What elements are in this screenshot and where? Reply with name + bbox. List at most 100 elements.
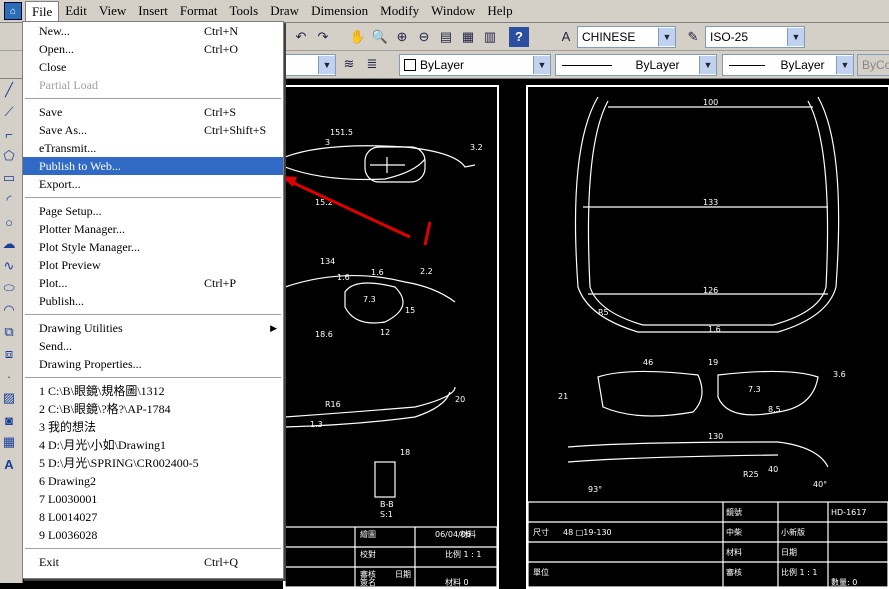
menu-window[interactable]: Window [425, 1, 481, 22]
menu-help[interactable]: Help [481, 1, 518, 22]
arc-icon[interactable]: ◜ [0, 189, 18, 211]
polygon-icon[interactable]: ⬠ [0, 145, 18, 167]
make-layer-current-icon[interactable]: ≋ [339, 54, 359, 74]
file-menu-item[interactable]: 1 C:\B\眼鏡\規格圖\1312 [23, 382, 283, 400]
ellipse-icon[interactable]: ⬭ [0, 277, 18, 299]
file-menu-item[interactable]: Publish... [23, 292, 283, 310]
dimension-label: 19 [708, 358, 718, 367]
chevron-down-icon: ▼ [533, 56, 550, 74]
menu-format[interactable]: Format [174, 1, 224, 22]
dim-style-select[interactable]: ISO-25 ▼ [705, 26, 805, 48]
properties-icon[interactable]: ▤ [436, 27, 456, 47]
color-select[interactable]: ByLayer ▼ [399, 54, 551, 76]
chevron-down-icon: ▼ [318, 56, 335, 74]
file-menu-item[interactable]: 7 L0030001 [23, 490, 283, 508]
ellipse-arc-icon[interactable]: ◠ [0, 299, 18, 321]
tool-palettes-icon[interactable]: ▥ [480, 27, 500, 47]
autocad-app-icon[interactable]: ⌂ [4, 2, 22, 20]
multiline-text-icon[interactable]: A [0, 453, 18, 475]
menu-item-label: 7 L0030001 [39, 492, 98, 506]
redo-icon[interactable]: ↷ [313, 27, 333, 47]
file-menu-item[interactable]: Plotter Manager... [23, 220, 283, 238]
file-menu-item[interactable]: Close [23, 58, 283, 76]
title-block-text: 比例 1 : 1 [781, 567, 818, 577]
file-menu-item[interactable]: New... Ctrl+N [23, 22, 283, 40]
file-menu-item[interactable]: Page Setup... [23, 202, 283, 220]
menu-item-label: Publish to Web... [39, 159, 121, 173]
menu-edit[interactable]: Edit [59, 1, 93, 22]
file-menu-item[interactable]: Drawing Properties... [23, 355, 283, 373]
file-menu-item[interactable]: 2 C:\B\眼鏡\?格?\AP-1784 [23, 400, 283, 418]
menu-item-label: Partial Load [39, 78, 98, 92]
menu-file[interactable]: File [25, 0, 60, 22]
menu-item-label: Open... [39, 42, 74, 56]
file-menu-item[interactable]: Plot... Ctrl+P [23, 274, 283, 292]
table-icon[interactable]: ▦ [0, 431, 18, 453]
pan-icon[interactable]: ✋ [348, 27, 368, 47]
menu-item-label: 1 C:\B\眼鏡\規格圖\1312 [39, 384, 165, 398]
menu-item-shortcut: Ctrl+P [204, 276, 237, 290]
lineweight-select[interactable]: ByLayer ▼ [722, 54, 854, 76]
file-menu-item[interactable]: Save As... Ctrl+Shift+S [23, 121, 283, 139]
file-menu-item[interactable]: 9 L0036028 [23, 526, 283, 544]
menu-item-label: Send... [39, 339, 72, 353]
file-menu-item[interactable]: Partial Load [23, 76, 283, 94]
text-style-select[interactable]: CHINESE ▼ [577, 26, 676, 48]
point-icon[interactable]: · [0, 365, 18, 387]
file-menu-item[interactable]: Publish to Web... [23, 157, 283, 175]
undo-icon[interactable]: ↶ [291, 27, 311, 47]
file-menu-item[interactable]: eTransmit... [23, 139, 283, 157]
file-menu-item[interactable]: Drawing Utilities ▶ [23, 319, 283, 337]
menu-tools[interactable]: Tools [223, 1, 264, 22]
circle-icon[interactable]: ○ [0, 211, 18, 233]
zoom-window-icon[interactable]: ⊕ [392, 27, 412, 47]
dimension-label: R25 [743, 470, 759, 479]
draw-toolbar: ╱ ⟋ ⌐ ⬠ ▭ ◜ ○ ☁ ∿ ⬭ ◠ ⧉ ⧈ · ▨ ◙ ▦ A [0, 79, 23, 583]
menu-item-shortcut: Ctrl+S [204, 105, 237, 119]
menu-item-label: Close [39, 60, 67, 74]
linetype-sample [562, 64, 612, 66]
menu-view[interactable]: View [93, 1, 132, 22]
zoom-realtime-icon[interactable]: 🔍 [370, 27, 390, 47]
file-menu-item[interactable]: Plot Style Manager... [23, 238, 283, 256]
layer-previous-icon[interactable]: ≣ [362, 54, 382, 74]
spline-icon[interactable]: ∿ [0, 255, 18, 277]
insert-block-icon[interactable]: ⧉ [0, 321, 18, 343]
plotstyle-select[interactable]: ByCo [857, 54, 889, 76]
chevron-down-icon: ▼ [699, 56, 716, 74]
linetype-select[interactable]: ByLayer ▼ [555, 54, 717, 76]
rectangle-icon[interactable]: ▭ [0, 167, 18, 189]
hatch-icon[interactable]: ▨ [0, 387, 18, 409]
menu-item-label: 4 D:\月光\小如\Drawing1 [39, 438, 166, 452]
file-menu-item[interactable]: Exit Ctrl+Q [23, 553, 283, 571]
menu-item-label: Plot Preview [39, 258, 101, 272]
design-center-icon[interactable]: ▦ [458, 27, 478, 47]
help-icon[interactable]: ? [509, 26, 529, 47]
line-icon[interactable]: ╱ [0, 79, 18, 101]
file-menu-item[interactable]: Export... [23, 175, 283, 193]
revision-cloud-icon[interactable]: ☁ [0, 233, 18, 255]
file-menu-item[interactable]: 6 Drawing2 [23, 472, 283, 490]
file-menu-item[interactable]: 3 我的想法 [23, 418, 283, 436]
zoom-previous-icon[interactable]: ⊖ [414, 27, 434, 47]
make-block-icon[interactable]: ⧈ [0, 343, 18, 365]
menu-modify[interactable]: Modify [374, 1, 425, 22]
file-menu-item[interactable]: Save Ctrl+S [23, 103, 283, 121]
file-menu-item[interactable]: 8 L0014027 [23, 508, 283, 526]
file-menu-item[interactable]: Open... Ctrl+O [23, 40, 283, 58]
file-menu-item[interactable]: Plot Preview [23, 256, 283, 274]
menu-draw[interactable]: Draw [264, 1, 305, 22]
construction-line-icon[interactable]: ⟋ [0, 101, 18, 123]
title-block-text: 小新版 [781, 527, 805, 537]
menu-item-shortcut: Ctrl+N [204, 24, 239, 38]
chevron-down-icon: ▼ [787, 28, 804, 46]
dim-style-icon: ✎ [687, 28, 699, 44]
menu-insert[interactable]: Insert [132, 1, 174, 22]
region-icon[interactable]: ◙ [0, 409, 18, 431]
file-menu-item[interactable]: 4 D:\月光\小如\Drawing1 [23, 436, 283, 454]
menu-dimension[interactable]: Dimension [305, 1, 374, 22]
layer-select[interactable]: ▼ [282, 54, 336, 76]
file-menu-item[interactable]: 5 D:\月光\SPRING\CR002400-5 [23, 454, 283, 472]
file-menu-item[interactable]: Send... [23, 337, 283, 355]
polyline-icon[interactable]: ⌐ [0, 123, 18, 145]
